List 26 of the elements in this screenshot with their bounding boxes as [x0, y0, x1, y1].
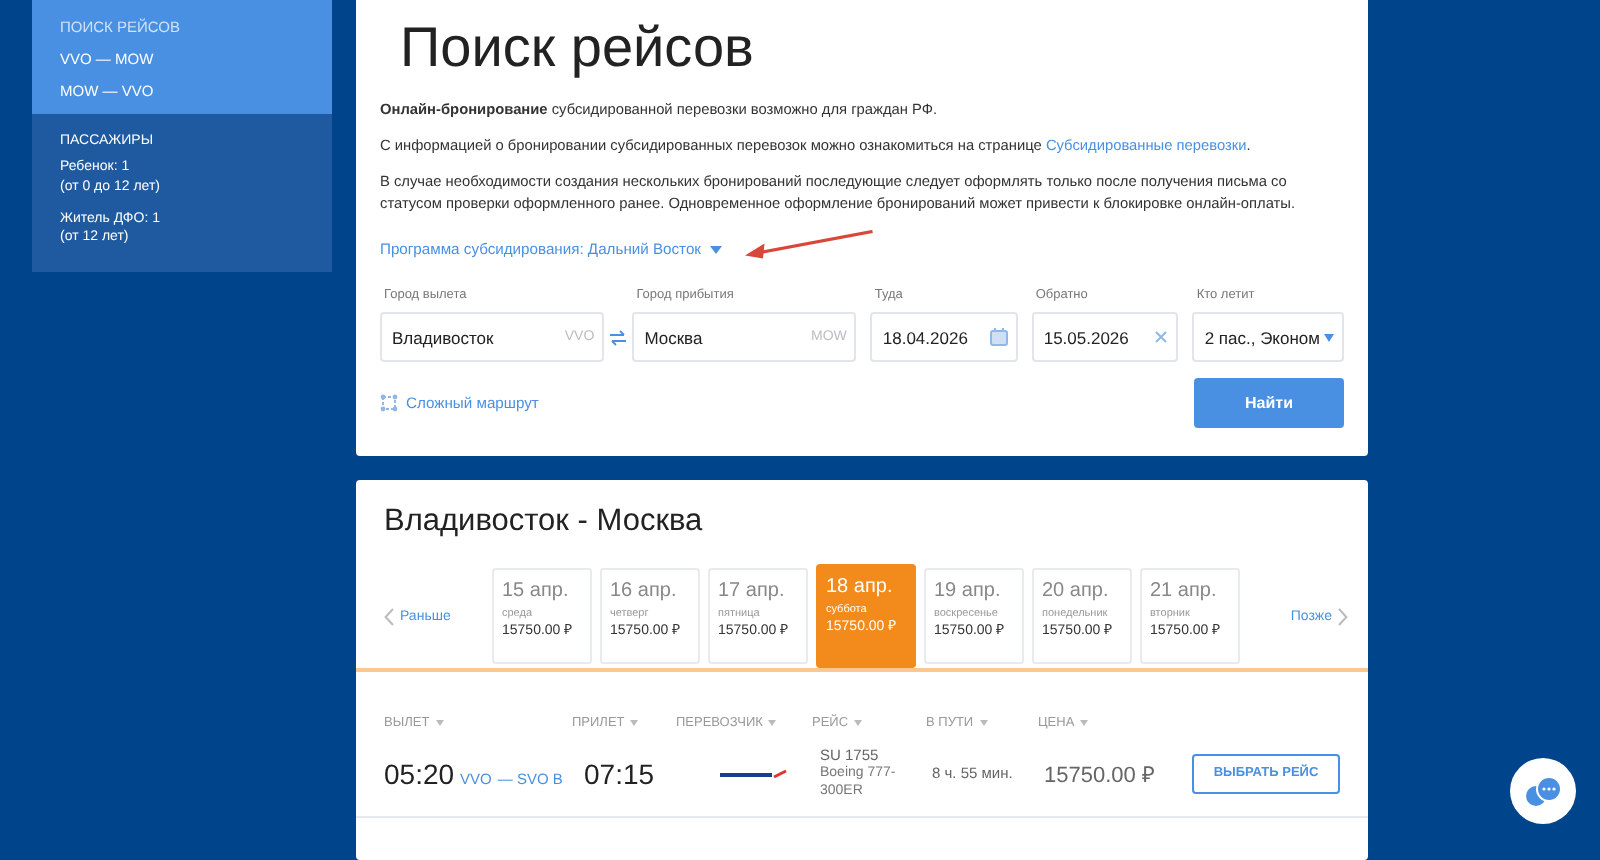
date-field[interactable]: 18.04.2026	[870, 312, 1018, 363]
airline-logo	[720, 767, 788, 780]
sort-caret-icon	[979, 720, 988, 727]
page-title: Поиск рейсов	[400, 16, 756, 80]
caret-icon	[709, 245, 721, 254]
sort-caret-icon	[630, 720, 639, 727]
chat-button[interactable]	[1510, 758, 1576, 824]
dropdown-caret-icon	[1323, 333, 1334, 342]
sort-caret-icon	[435, 720, 444, 727]
sort-caret-icon	[1080, 720, 1089, 727]
flight-price: 15750.00 ₽	[1044, 762, 1154, 789]
departure-time: 05:20	[384, 757, 455, 790]
chevron-left-icon	[384, 607, 394, 626]
chevron-right-icon	[1338, 607, 1348, 626]
arrival-time: 07:15	[584, 757, 655, 790]
date-field[interactable]: 15.05.2026	[1031, 312, 1179, 363]
sort-caret-icon	[768, 720, 777, 727]
swap-icon[interactable]	[610, 330, 627, 347]
passengers-select[interactable]: 2 пас., Эконом	[1192, 312, 1344, 363]
find-button[interactable]: Найти	[1194, 378, 1344, 429]
sort-caret-icon	[854, 720, 863, 727]
route-points-icon	[380, 394, 398, 413]
chat-bubbles-icon	[1523, 775, 1563, 807]
route-title: Владивосток - Москва	[382, 502, 705, 543]
calendar-icon	[989, 328, 1008, 347]
clear-icon[interactable]	[1154, 330, 1169, 345]
